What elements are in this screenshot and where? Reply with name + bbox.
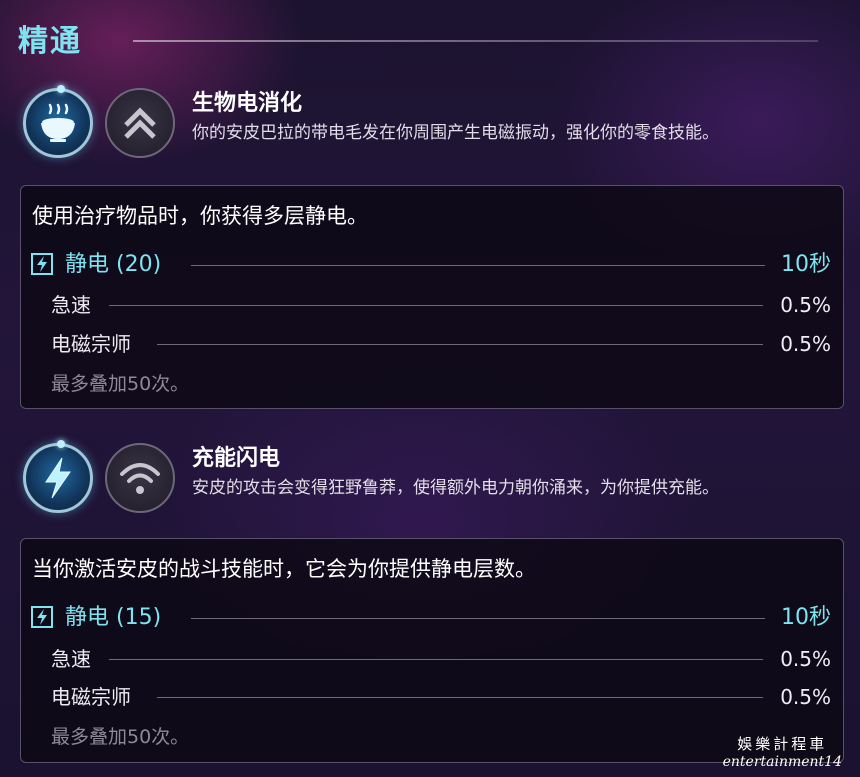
- leader-line: [109, 659, 763, 660]
- stat-label: 静电 (20): [65, 252, 162, 277]
- food-bowl-icon[interactable]: [23, 85, 93, 158]
- double-chevron-up-icon[interactable]: [105, 88, 175, 158]
- stat-value: 10秒: [781, 605, 831, 630]
- lightning-bolt-icon: [31, 606, 53, 628]
- static-stack-row: 静电 (20) 10秒: [31, 250, 831, 280]
- ability-detail-panel: 使用治疗物品时，你获得多层静电。 静电 (20) 10秒 急速 0.5% 电磁宗…: [20, 185, 844, 409]
- stat-value: 0.5%: [780, 685, 831, 709]
- title-divider: [133, 40, 818, 42]
- stat-label: 电磁宗师: [51, 685, 131, 709]
- stat-label: 急速: [51, 293, 91, 317]
- watermark: 娛樂計程車 entertainment14: [723, 735, 842, 771]
- stat-value: 0.5%: [780, 332, 831, 356]
- leader-line: [157, 697, 763, 698]
- ability-description: 安皮的攻击会变得狂野鲁莽，使得额外电力朝你涌来，为你提供充能。: [192, 478, 719, 498]
- lightning-bolt-icon: [31, 253, 53, 275]
- ability-charged-lightning: 充能闪电 安皮的攻击会变得狂野鲁莽，使得额外电力朝你涌来，为你提供充能。: [20, 440, 830, 535]
- section-title: 精通: [18, 24, 82, 59]
- stack-limit-note: 最多叠加50次。: [51, 373, 190, 395]
- stat-label: 急速: [51, 647, 91, 671]
- haste-row: 急速 0.5%: [31, 644, 831, 674]
- leader-line: [191, 618, 765, 619]
- wifi-signal-icon[interactable]: [105, 443, 175, 513]
- effect-headline: 当你激活安皮的战斗技能时，它会为你提供静电层数。: [32, 557, 536, 581]
- stat-value: 10秒: [781, 252, 831, 277]
- static-stack-row: 静电 (15) 10秒: [31, 603, 831, 633]
- stat-label: 电磁宗师: [51, 332, 131, 356]
- watermark-line-1: 娛樂計程車: [737, 735, 828, 753]
- section-header: 精通: [18, 22, 818, 66]
- watermark-line-2: entertainment14: [722, 754, 842, 770]
- stat-value: 0.5%: [780, 647, 831, 671]
- lightning-bolt-icon[interactable]: [23, 440, 93, 513]
- ability-detail-panel: 当你激活安皮的战斗技能时，它会为你提供静电层数。 静电 (15) 10秒 急速 …: [20, 538, 844, 763]
- leader-line: [191, 265, 765, 266]
- electromagnetic-master-row: 电磁宗师 0.5%: [31, 329, 831, 359]
- haste-row: 急速 0.5%: [31, 290, 831, 320]
- ability-bioelectric-digestion: 生物电消化 你的安皮巴拉的带电毛发在你周围产生电磁振动，强化你的零食技能。: [20, 85, 830, 180]
- stack-limit-note: 最多叠加50次。: [51, 726, 190, 748]
- ability-description: 你的安皮巴拉的带电毛发在你周围产生电磁振动，强化你的零食技能。: [192, 123, 719, 143]
- leader-line: [157, 344, 763, 345]
- ability-name: 生物电消化: [192, 91, 303, 116]
- effect-headline: 使用治疗物品时，你获得多层静电。: [32, 204, 368, 228]
- stat-value: 0.5%: [780, 293, 831, 317]
- leader-line: [109, 305, 763, 306]
- electromagnetic-master-row: 电磁宗师 0.5%: [31, 682, 831, 712]
- ability-name: 充能闪电: [192, 446, 281, 471]
- stat-label: 静电 (15): [65, 605, 162, 630]
